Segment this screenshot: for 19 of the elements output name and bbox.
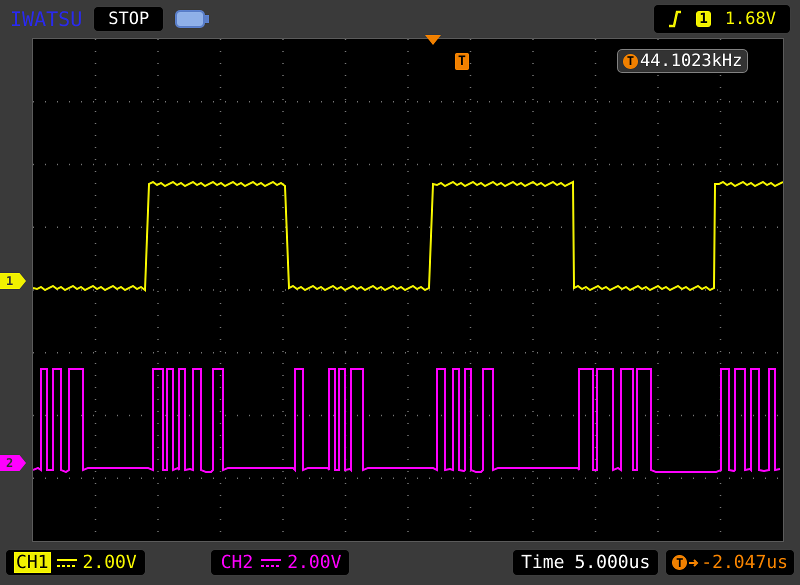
channel-scale[interactable]: CH1 2.00V xyxy=(6,550,145,575)
trigger-marker: T xyxy=(455,53,469,70)
trigger-level: 1.68V xyxy=(724,9,776,29)
channel-marker: 2 xyxy=(0,455,26,471)
trigger-marker: T xyxy=(672,555,688,570)
brand-logo: IWATSU xyxy=(10,7,82,31)
run-state[interactable]: STOP xyxy=(94,7,164,31)
channel-scale[interactable]: CH2 2.00V xyxy=(210,550,350,575)
time-value: 5.000us xyxy=(574,552,650,573)
time-label: Time xyxy=(521,552,564,573)
frequency-value: 44.1023kHz xyxy=(640,51,742,71)
trigger-channel: 1 xyxy=(696,11,711,27)
trigger-marker: T xyxy=(623,54,638,68)
channel-volts: 2.00V xyxy=(82,552,137,573)
channel-label: CH1 xyxy=(14,552,51,573)
channel-volts: 2.00V xyxy=(287,552,342,573)
offset-value: -2.047us xyxy=(701,552,788,573)
channel-marker: 1 xyxy=(0,273,26,289)
channel-label: CH2 xyxy=(220,552,254,573)
